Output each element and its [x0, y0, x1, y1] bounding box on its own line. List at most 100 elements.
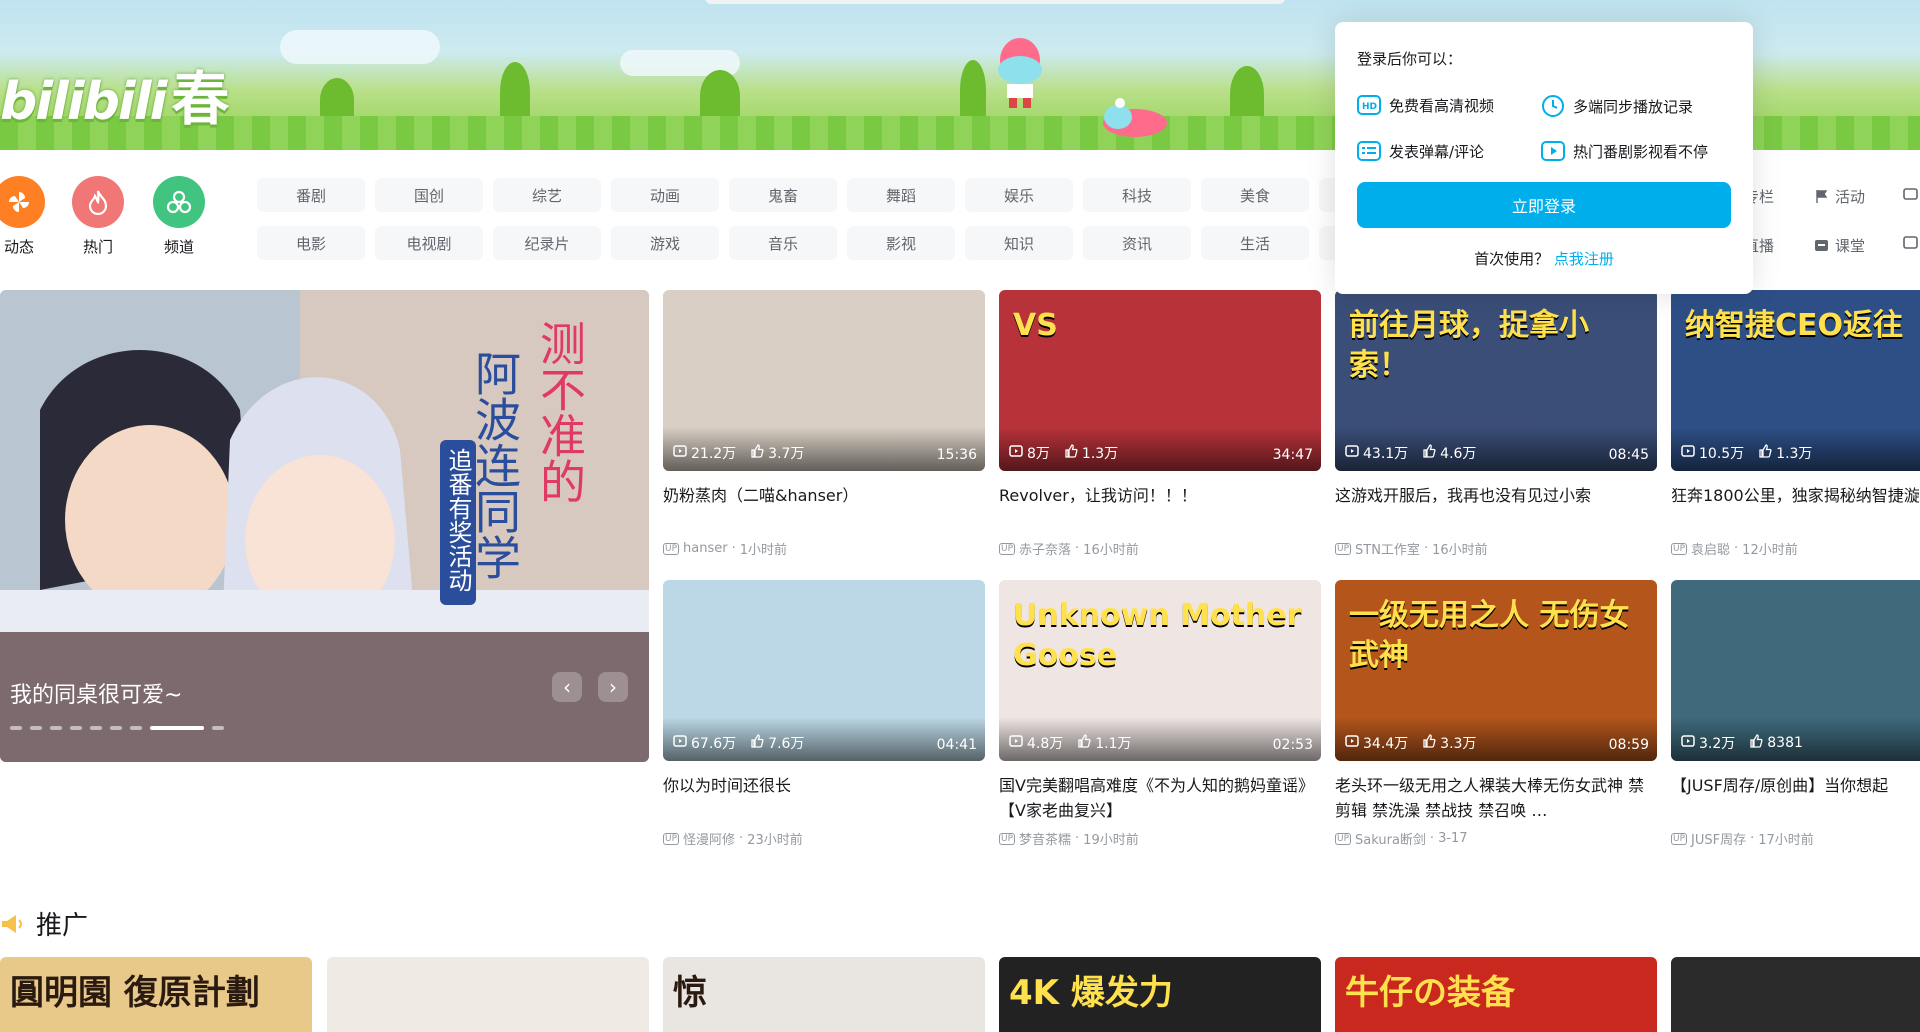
category-chip[interactable]: 音乐 — [729, 226, 837, 260]
login-button[interactable]: 立即登录 — [1357, 182, 1731, 228]
video-title[interactable]: 你以为时间还很长 — [663, 773, 985, 823]
tree-decoration — [500, 62, 530, 122]
video-meta[interactable]: UP STN工作室 · 16小时前 — [1335, 539, 1657, 558]
video-meta[interactable]: UP hanser · 1小时前 — [663, 539, 985, 558]
video-thumbnail[interactable]: 67.6万 7.6万 04:41 — [663, 580, 985, 761]
carousel-dot[interactable] — [110, 726, 122, 730]
video-thumbnail[interactable]: 前往月球，捉拿小索！ 43.1万 4.6万 08:45 — [1335, 290, 1657, 471]
category-chip[interactable]: 国创 — [375, 178, 483, 212]
register-link[interactable]: 点我注册 — [1554, 250, 1614, 268]
promo-card[interactable] — [327, 957, 649, 1032]
video-card[interactable]: VS 8万 1.3万 34:47 Revolver，让我访问！！！ UP 赤子奈落 · 16小时… — [999, 290, 1321, 558]
video-thumbnail[interactable]: 21.2万 3.7万 15:36 — [663, 290, 985, 471]
quick-nav-channel[interactable]: 频道 — [148, 176, 210, 257]
carousel-prev-button[interactable]: ‹ — [552, 672, 582, 702]
category-chip[interactable]: 知识 — [965, 226, 1073, 260]
video-title[interactable]: 狂奔1800公里，独家揭秘纳智捷漩涡传说！ — [1671, 483, 1920, 533]
hero-illustration: 阿波连同学 测不准的 追番有奖活动 — [0, 290, 649, 680]
clock-icon — [1542, 95, 1564, 117]
video-meta[interactable]: UP 赤子奈落 · 16小时前 — [999, 539, 1321, 558]
category-chip[interactable]: 动画 — [611, 178, 719, 212]
play-count-icon — [1345, 444, 1359, 462]
category-chip[interactable]: 影视 — [847, 226, 955, 260]
video-title[interactable]: 老头环一级无用之人裸装大棒无伤女武神 禁剪辑 禁洗澡 禁战技 禁召唤 … — [1335, 773, 1657, 823]
side-link-classroom[interactable]: 课堂 — [1814, 235, 1865, 256]
uploader-badge-icon: UP — [1671, 542, 1688, 555]
quick-nav-dynamic[interactable]: 动态 — [0, 176, 50, 257]
video-card[interactable]: 67.6万 7.6万 04:41 你以为时间还很长 UP 怪漫阿修 · 23小时前 — [663, 580, 985, 848]
carousel-dot[interactable] — [50, 726, 62, 730]
search-bar[interactable] — [705, 0, 1285, 4]
category-chip[interactable]: 科技 — [1083, 178, 1191, 212]
upload-time: 1小时前 — [739, 543, 787, 558]
perk-label: 热门番剧影视看不停 — [1573, 142, 1709, 161]
upload-time: 19小时前 — [1083, 833, 1139, 848]
carousel-dot[interactable] — [212, 726, 224, 730]
video-thumbnail[interactable]: 纳智捷CEO返往 10.5万 1.3万 — [1671, 290, 1920, 471]
like-count: 1.3万 — [1758, 443, 1812, 463]
video-title[interactable]: Revolver，让我访问！！！ — [999, 483, 1321, 533]
megaphone-icon — [2, 914, 22, 933]
category-chip[interactable]: 综艺 — [493, 178, 601, 212]
video-card[interactable]: Unknown Mother Goose 4.8万 1.1万 02:53 国V完美翻唱高… — [999, 580, 1321, 848]
category-chip[interactable]: 资讯 — [1083, 226, 1191, 260]
category-chip[interactable]: 美食 — [1201, 178, 1309, 212]
category-chip[interactable]: 番剧 — [257, 178, 365, 212]
video-thumbnail[interactable]: 一级无用之人 无伤女武神 34.4万 3.3万 08:59 — [1335, 580, 1657, 761]
side-link-partial[interactable] — [1903, 235, 1918, 250]
hero-title[interactable]: 我的同桌很可爱~ — [10, 677, 182, 709]
video-meta[interactable]: UP 袁启聪 · 12小时前 — [1671, 539, 1920, 558]
view-count-text: 8万 — [1027, 446, 1050, 462]
video-meta[interactable]: UP 梦音茶糯 · 19小时前 — [999, 829, 1321, 848]
video-thumbnail[interactable]: VS 8万 1.3万 34:47 — [999, 290, 1321, 471]
category-chip[interactable]: 电影 — [257, 226, 365, 260]
side-link-partial[interactable] — [1903, 186, 1918, 201]
view-count: 3.2万 — [1681, 733, 1735, 753]
side-link-label: 课堂 — [1835, 237, 1866, 255]
side-link-activity[interactable]: 活动 — [1814, 186, 1865, 207]
video-card[interactable]: 3.2万 8381 【JUSF周存/原创曲】当你想起 UP JUSF周存 · 17小时前 — [1671, 580, 1920, 848]
view-count: 4.8万 — [1009, 733, 1063, 753]
category-chip[interactable]: 生活 — [1201, 226, 1309, 260]
hero-carousel[interactable]: 阿波连同学 测不准的 追番有奖活动 我的同桌很可爱~ ‹ › — [0, 290, 649, 762]
upload-time: 3-17 — [1438, 831, 1468, 846]
category-chip[interactable]: 娱乐 — [965, 178, 1073, 212]
video-card[interactable]: 纳智捷CEO返往 10.5万 1.3万狂奔1800公里，独家揭秘纳智捷漩涡传说！ UP… — [1671, 290, 1920, 558]
carousel-dot[interactable] — [10, 726, 22, 730]
video-thumbnail[interactable]: 3.2万 8381 — [1671, 580, 1920, 761]
category-chip[interactable]: 纪录片 — [493, 226, 601, 260]
quick-nav-hot[interactable]: 热门 — [67, 176, 129, 257]
carousel-dot[interactable] — [150, 726, 204, 730]
carousel-dot[interactable] — [130, 726, 142, 730]
like-count-text: 3.7万 — [768, 446, 805, 462]
carousel-dot[interactable] — [70, 726, 82, 730]
video-meta[interactable]: UP JUSF周存 · 17小时前 — [1671, 829, 1920, 848]
video-thumbnail[interactable]: Unknown Mother Goose 4.8万 1.1万 02:53 — [999, 580, 1321, 761]
category-chip[interactable]: 鬼畜 — [729, 178, 837, 212]
video-card[interactable]: 21.2万 3.7万 15:36 奶粉蒸肉（二喵&hanser） UP hanser · 1小… — [663, 290, 985, 558]
carousel-dot[interactable] — [90, 726, 102, 730]
video-title[interactable]: 奶粉蒸肉（二喵&hanser） — [663, 483, 985, 533]
promo-card[interactable]: 4K 爆发力 — [999, 957, 1321, 1032]
video-card[interactable]: 一级无用之人 无伤女武神 34.4万 3.3万 08:59 老头环一级无用之人裸装大棒无… — [1335, 580, 1657, 848]
category-chip[interactable]: 电视剧 — [375, 226, 483, 260]
video-meta[interactable]: UP Sakura断剑 · 3-17 — [1335, 829, 1657, 848]
promo-card[interactable]: 惊 — [663, 957, 985, 1032]
video-title[interactable]: 国V完美翻唱高难度《不为人知的鹅妈童谣》【V家老曲复兴】 — [999, 773, 1321, 823]
promo-card[interactable]: 牛仔の装备 — [1335, 957, 1657, 1032]
promo-card[interactable] — [1671, 957, 1920, 1032]
promo-card[interactable]: 圓明園 復原計劃 — [0, 957, 312, 1032]
video-title[interactable]: 【JUSF周存/原创曲】当你想起 — [1671, 773, 1920, 823]
bilibili-logo[interactable]: bilibili 春 — [0, 52, 229, 136]
danmaku-icon — [1357, 141, 1381, 161]
video-title[interactable]: 这游戏开服后，我再也没有见过小索 — [1335, 483, 1657, 533]
carousel-next-button[interactable]: › — [598, 672, 628, 702]
meta-separator: · — [1734, 541, 1739, 556]
carousel-dot[interactable] — [30, 726, 42, 730]
category-chip[interactable]: 舞蹈 — [847, 178, 955, 212]
category-chip[interactable]: 游戏 — [611, 226, 719, 260]
video-card[interactable]: 前往月球，捉拿小索！ 43.1万 4.6万 08:45 这游戏开服后，我再也没有见过小索… — [1335, 290, 1657, 558]
video-meta[interactable]: UP 怪漫阿修 · 23小时前 — [663, 829, 985, 848]
hero-art-text: 追番有奖活动 — [444, 448, 472, 592]
play-count-icon — [1009, 734, 1023, 752]
